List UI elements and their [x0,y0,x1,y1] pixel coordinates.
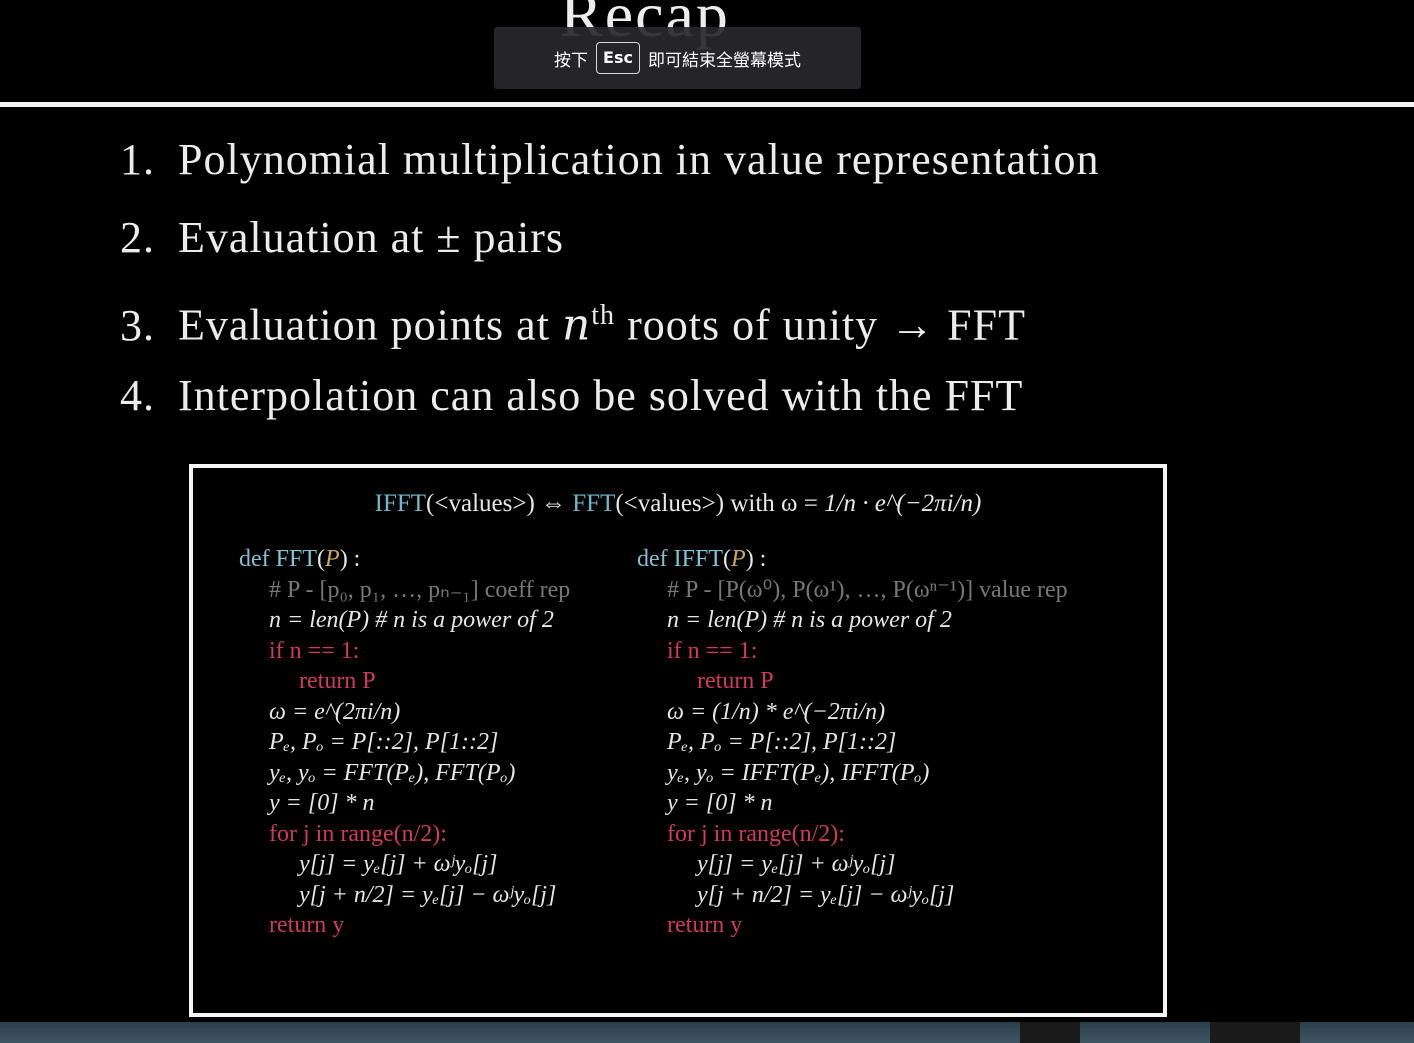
code-line: # P - [p₀, p₁, …, pₙ₋₁] coeff rep [269,576,571,603]
code-line: if n == 1: [269,637,360,664]
code-line: ω = e^(2πi/n) [269,698,401,725]
recap-item: 1. Polynomial multiplication in value rep… [120,135,1100,184]
code-line: ω = (1/n) * e^(−2πi/n) [667,698,886,725]
recap-item: 4. Interpolation can also be solved with … [120,371,1024,420]
code-line: n = len(P) # n is a power of 2 [667,607,952,633]
fft-code-panel: IFFT(<values>) ⇔ FFT(<values>) with ω = … [189,464,1167,1017]
code-line: yₑ, yₒ = IFFT(Pₑ), IFFT(Pₒ) [667,759,930,786]
code-line: def FFT(P) : [239,546,361,572]
code-line: y[j + n/2] = yₑ[j] − ωʲyₒ[j] [697,881,955,908]
code-line: y[j] = yₑ[j] + ωʲyₒ[j] [697,851,896,877]
code-line: def IFFT(P) : [637,546,767,572]
code-line: return y [269,912,345,938]
title-divider [0,102,1414,107]
notice-suffix: 即可結束全螢幕模式 [647,50,801,71]
ifft-fft-relation: IFFT(<values>) ⇔ FFT(<values>) with ω = … [374,490,982,517]
code-line: return P [299,668,376,694]
recap-item: 2. Evaluation at ± pairs [120,213,565,262]
code-line: Pₑ, Pₒ = P[::2], P[1::2] [269,729,499,755]
next-slide-preview-strip [0,1022,1414,1043]
fullscreen-exit-notice: 按下 Esc 即可結束全螢幕模式 [494,27,861,89]
code-line: Pₑ, Pₒ = P[::2], P[1::2] [667,729,897,755]
recap-item: 3. Evaluation points at nth roots of unit… [120,299,1026,351]
code-line: for j in range(n/2): [667,820,845,847]
code-line: # P - [P(ω⁰), P(ω¹), …, P(ωⁿ⁻¹)] value r… [667,576,1068,603]
notice-prefix: 按下 [554,50,589,71]
code-line: n = len(P) # n is a power of 2 [269,607,554,633]
recap-list: 1. Polynomial multiplication in value rep… [120,130,1300,444]
code-line: y[j] = yₑ[j] + ωʲyₒ[j] [299,851,498,877]
fft-function-code: def FFT(P) : # P - [p₀, p₁, …, pₙ₋₁] coe… [239,544,570,941]
code-line: return P [697,668,774,694]
code-line: for j in range(n/2): [269,820,447,847]
code-line: return y [667,912,743,938]
esc-key-badge: Esc [596,42,640,74]
code-line: yₑ, yₒ = FFT(Pₑ), FFT(Pₒ) [269,759,516,786]
code-line: y = [0] * n [269,790,375,816]
code-line: if n == 1: [667,637,758,664]
ifft-function-code: def IFFT(P) : # P - [P(ω⁰), P(ω¹), …, P(… [637,544,1068,941]
code-line: y = [0] * n [667,790,773,816]
code-line: y[j + n/2] = yₑ[j] − ωʲyₒ[j] [299,881,557,908]
video-player-fullscreen[interactable]: Recap 按下 Esc 即可結束全螢幕模式 1. Polynomial mult… [0,0,1414,1043]
